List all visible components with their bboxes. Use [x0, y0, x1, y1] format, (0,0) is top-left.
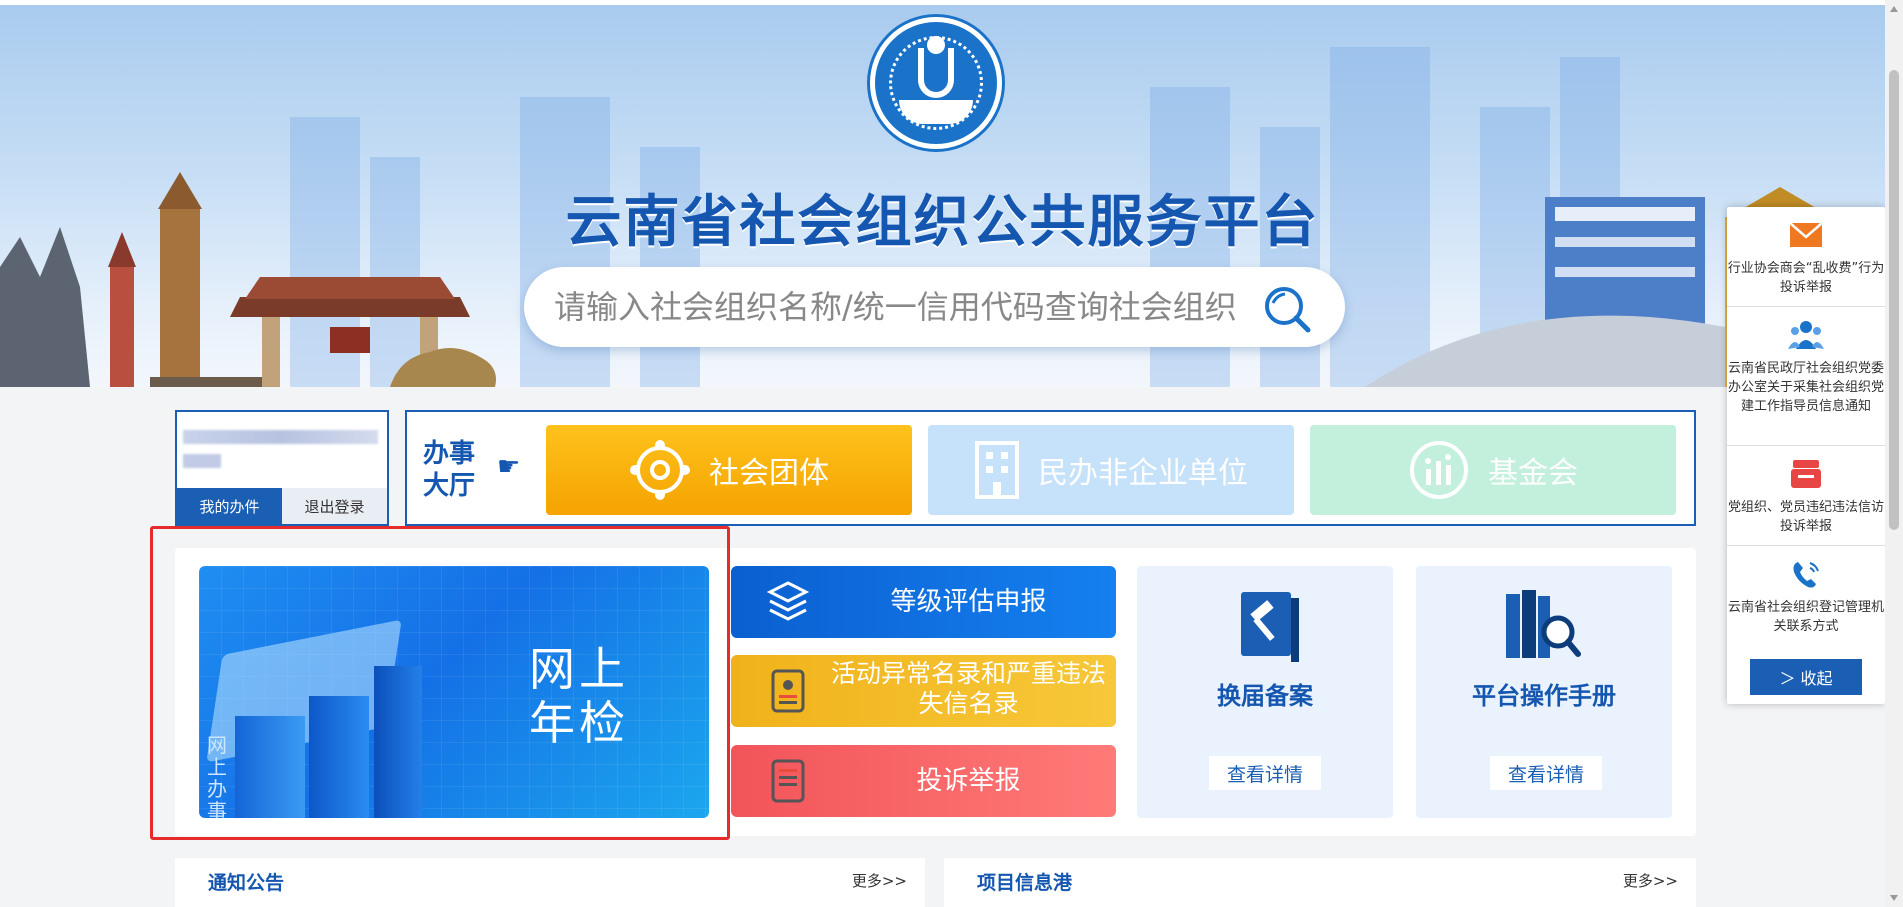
grade-evaluation-button[interactable]: 等级评估申报	[731, 566, 1116, 638]
scroll-thumb[interactable]	[1889, 70, 1899, 530]
term-change-details-button[interactable]: 查看详情	[1209, 756, 1321, 790]
float-item-text: 云南省民政厅社会组织党委办公室关于采集社会组织党建工作指导员信息通知	[1727, 361, 1884, 414]
abnormal-list-label: 活动异常名录和严重违法失信名录	[831, 659, 1107, 718]
abnormal-list-button[interactable]: 活动异常名录和严重违法失信名录	[731, 655, 1116, 727]
kunming-landmarks-left	[0, 172, 496, 387]
user-info-blurred	[183, 454, 221, 468]
building-icon	[975, 441, 1019, 499]
private-non-enterprise-label: 民办非企业单位	[1038, 456, 1248, 491]
logout-button[interactable]: 退出登录	[282, 488, 387, 524]
platform-manual-title: 平台操作手册	[1472, 682, 1616, 710]
highlight-frame	[150, 526, 730, 840]
phone-icon	[1793, 562, 1819, 588]
social-group-button[interactable]: 社会团体	[546, 425, 912, 515]
notice-title: 通知公告	[208, 872, 285, 894]
gavel-book-icon	[1241, 592, 1299, 662]
books-magnifier-icon	[1506, 590, 1581, 658]
pointing-hand-icon: ☛	[497, 452, 521, 482]
complaint-report-button[interactable]: 投诉举报	[731, 745, 1116, 817]
collapse-button[interactable]: ＞ 收起	[1750, 659, 1862, 695]
mailbox-icon	[1791, 460, 1821, 488]
scroll-down-arrow-icon[interactable]	[1890, 895, 1898, 901]
project-info-section: 项目信息港 更多>>	[944, 858, 1696, 907]
page-scrollbar[interactable]	[1885, 0, 1903, 907]
service-hall-label: 办事大厅	[423, 439, 476, 501]
layers-icon	[767, 581, 809, 621]
people-icon	[1788, 321, 1824, 349]
float-item-fee-complaint[interactable]: 行业协会商会“乱收费”行为投诉举报	[1727, 207, 1885, 307]
site-logo[interactable]	[870, 17, 1002, 149]
float-item-text: 云南省社会组织登记管理机关联系方式	[1727, 600, 1884, 634]
search-box	[524, 267, 1345, 347]
float-item-contact[interactable]: 云南省社会组织登记管理机关联系方式	[1727, 546, 1885, 646]
project-info-more-link[interactable]: 更多>>	[1623, 870, 1678, 891]
document-icon	[771, 669, 805, 713]
search-input[interactable]	[554, 279, 1254, 335]
site-title: 云南省社会组织公共服务平台	[565, 190, 1320, 255]
project-info-title: 项目信息港	[977, 872, 1073, 894]
user-card: 我的办件 退出登录	[175, 410, 389, 526]
my-affairs-button[interactable]: 我的办件	[177, 488, 282, 524]
term-change-filing-card[interactable]: 换届备案 查看详情	[1137, 566, 1393, 818]
float-item-discipline-report[interactable]: 党组织、党员违纪违法信访投诉举报	[1727, 446, 1885, 546]
foundation-label: 基金会	[1488, 456, 1578, 491]
envelope-icon	[1789, 222, 1823, 247]
scroll-up-arrow-icon[interactable]	[1890, 6, 1898, 12]
user-actions: 我的办件 退出登录	[177, 488, 387, 524]
float-item-text: 党组织、党员违纪违法信访投诉举报	[1727, 500, 1884, 534]
user-name-blurred	[183, 430, 378, 444]
logo-figure	[918, 48, 954, 98]
private-non-enterprise-button[interactable]: 民办非企业单位	[928, 425, 1294, 515]
search-icon[interactable]	[1263, 285, 1311, 333]
float-item-text: 行业协会商会“乱收费”行为投诉举报	[1727, 261, 1885, 295]
service-hall: 办事大厅 ☛ 社会团体 民办非企业单位 基金会	[405, 410, 1696, 526]
term-change-filing-title: 换届备案	[1217, 682, 1313, 710]
notice-more-link[interactable]: 更多>>	[852, 870, 907, 891]
target-icon	[630, 440, 690, 500]
float-item-party-notice[interactable]: 云南省民政厅社会组织党委办公室关于采集社会组织党建工作指导员信息通知	[1727, 307, 1885, 446]
chart-circle-icon	[1410, 441, 1468, 499]
foundation-button[interactable]: 基金会	[1310, 425, 1676, 515]
notice-section: 通知公告 更多>>	[175, 858, 925, 907]
platform-manual-details-button[interactable]: 查看详情	[1490, 756, 1602, 790]
platform-manual-card[interactable]: 平台操作手册 查看详情	[1416, 566, 1672, 818]
receipt-icon	[771, 759, 805, 803]
floating-side-panel: 行业协会商会“乱收费”行为投诉举报 云南省民政厅社会组织党委办公室关于采集社会组…	[1727, 207, 1885, 704]
social-group-label: 社会团体	[709, 456, 829, 491]
grade-evaluation-label: 等级评估申报	[890, 587, 1047, 617]
complaint-report-label: 投诉举报	[916, 766, 1021, 796]
